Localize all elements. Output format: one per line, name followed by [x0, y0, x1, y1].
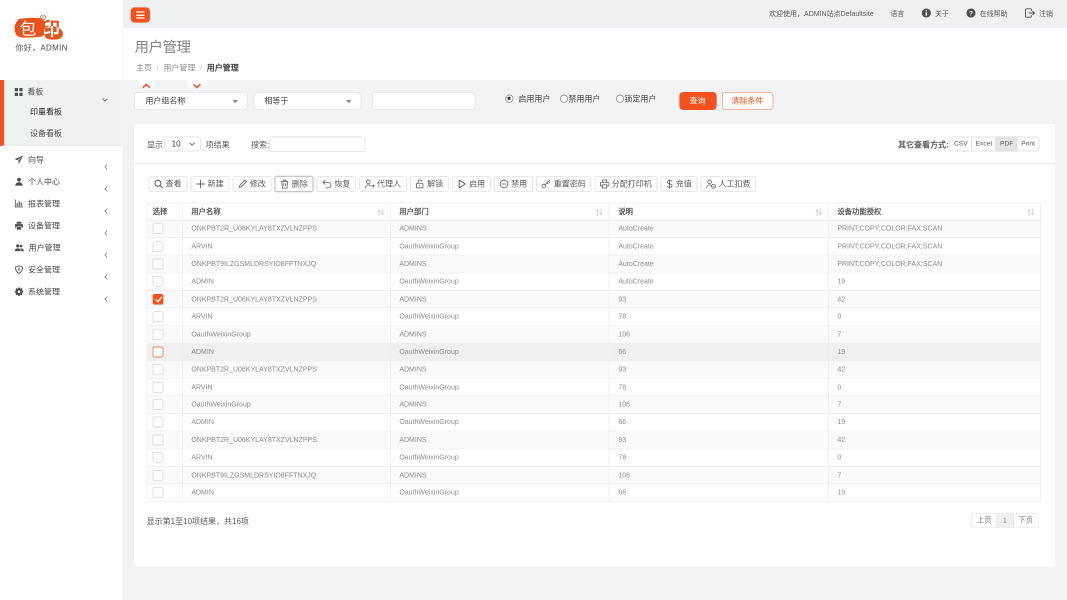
svg-text:?: ? — [969, 10, 973, 17]
svg-text:R: R — [42, 16, 45, 20]
svg-text:包: 包 — [20, 20, 37, 39]
